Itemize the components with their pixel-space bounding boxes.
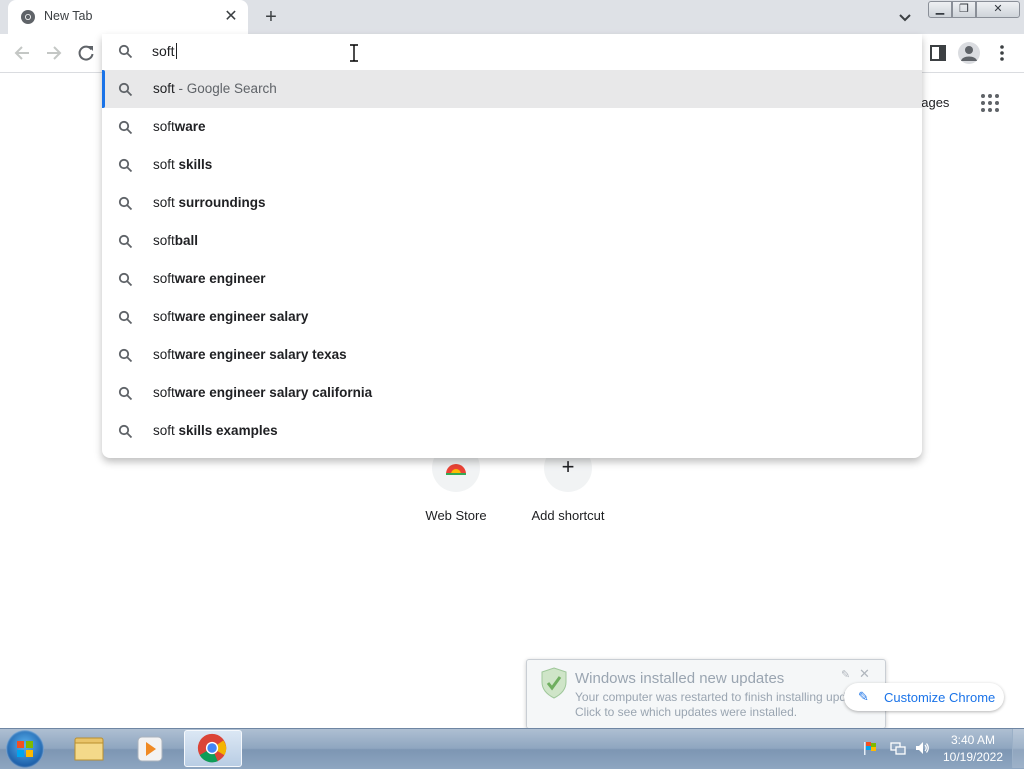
customize-chrome-button[interactable]: ✎ Customize Chrome <box>844 683 1004 711</box>
notification-line-2: Click to see which updates were installe… <box>575 705 798 719</box>
suggestion-item[interactable]: software engineer salary <box>102 298 922 336</box>
address-bar[interactable]: soft <box>102 34 922 70</box>
suggestion-typed: soft <box>153 195 179 210</box>
tab-search-icon[interactable] <box>895 7 915 27</box>
search-icon <box>118 82 133 97</box>
search-icon <box>118 310 133 325</box>
chrome-icon <box>21 10 35 24</box>
suggestion-typed: soft <box>153 423 179 438</box>
suggestion-completion: surroundings <box>178 195 266 210</box>
suggestion-text: soft skills <box>153 157 212 172</box>
media-player-icon <box>137 736 163 762</box>
action-center-flag-icon[interactable] <box>862 740 878 756</box>
clock-date[interactable]: 10/19/2022 <box>940 750 1006 764</box>
suggestion-completion: ware engineer <box>174 271 266 286</box>
search-icon <box>118 196 133 211</box>
suggestion-completion: ware engineer salary <box>174 309 309 324</box>
add-shortcut-label[interactable]: Add shortcut <box>512 508 624 523</box>
tab-new-tab[interactable]: New Tab ✕ <box>8 0 248 34</box>
notification-line-1: Your computer was restarted to finish in… <box>575 690 873 704</box>
taskbar-media-player[interactable] <box>122 730 180 767</box>
volume-icon[interactable] <box>914 740 930 756</box>
suggestion-typed: soft <box>153 119 175 134</box>
notification-title: Windows installed new updates <box>575 670 785 687</box>
suggestion-text: software engineer <box>153 271 266 286</box>
suggestion-completion: ware engineer salary texas <box>174 347 347 362</box>
suggestion-completion: ware engineer salary california <box>174 385 373 400</box>
search-icon <box>118 158 133 173</box>
reload-icon[interactable] <box>76 43 96 63</box>
suggestion-item[interactable]: software engineer <box>102 260 922 298</box>
chrome-logo-icon <box>197 733 227 763</box>
web-store-label[interactable]: Web Store <box>400 508 512 523</box>
suggestion-completion: skills examples <box>178 423 278 438</box>
windows-logo-icon <box>17 741 33 757</box>
shield-check-icon <box>541 667 567 699</box>
back-arrow-icon[interactable] <box>12 43 32 63</box>
google-apps-icon[interactable] <box>980 93 1000 113</box>
omnibox-dropdown: soft soft - Google Search software soft sk… <box>102 34 922 458</box>
suggestion-completion: ball <box>174 233 199 248</box>
notification-close-icon[interactable]: ✕ <box>859 666 870 682</box>
search-icon <box>118 348 133 363</box>
suggestion-typed: soft <box>153 157 179 172</box>
tab-close-icon[interactable]: ✕ <box>222 8 240 26</box>
forward-arrow-icon[interactable] <box>44 43 64 63</box>
suggestion-completion: ware <box>174 119 206 134</box>
more-menu-icon[interactable] <box>992 43 1012 63</box>
suggestion-item[interactable]: software engineer salary california <box>102 374 922 412</box>
update-notification[interactable]: Windows installed new updates Your compu… <box>526 659 886 729</box>
search-icon <box>118 272 133 287</box>
taskbar-explorer[interactable] <box>60 730 118 767</box>
taskbar-chrome[interactable] <box>184 730 242 767</box>
suggestion-typed: soft <box>153 271 175 286</box>
suggestion-text: software engineer salary <box>153 309 308 324</box>
search-icon <box>118 424 133 439</box>
suggestion-typed: soft <box>153 385 175 400</box>
suggestion-item[interactable]: soft skills examples <box>102 412 922 450</box>
folder-icon <box>74 737 104 761</box>
search-icon <box>118 386 133 401</box>
close-window-button[interactable]: ✕ <box>976 1 1020 18</box>
suggestion-text: soft - Google Search <box>153 81 277 96</box>
profile-avatar-icon[interactable] <box>958 42 980 64</box>
suggestion-item[interactable]: soft surroundings <box>102 184 922 222</box>
suggestion-typed: soft <box>153 81 175 96</box>
suggestion-item[interactable]: software engineer salary texas <box>102 336 922 374</box>
network-icon[interactable] <box>890 740 906 756</box>
search-icon <box>118 120 133 135</box>
omnibox-text: soft <box>152 43 175 59</box>
suggestion-item[interactable]: soft skills <box>102 146 922 184</box>
pencil-icon: ✎ <box>858 689 869 704</box>
customize-chrome-label: Customize Chrome <box>884 690 996 705</box>
suggestion-text: soft skills examples <box>153 423 278 438</box>
omnibox-input[interactable]: soft <box>152 43 177 59</box>
text-caret <box>175 43 177 59</box>
minimize-button[interactable]: ▁ <box>928 1 952 18</box>
ibeam-cursor-icon <box>350 44 358 62</box>
suggestion-typed: soft <box>153 347 175 362</box>
suggestion-text: software engineer salary texas <box>153 347 347 362</box>
start-button[interactable] <box>6 730 44 768</box>
show-desktop-button[interactable] <box>1012 729 1024 768</box>
suggestion-text: software engineer salary california <box>153 385 372 400</box>
suggestion-item[interactable]: software <box>102 108 922 146</box>
suggestion-text: softball <box>153 233 198 248</box>
suggestion-item[interactable]: softball <box>102 222 922 260</box>
suggestion-hint: - Google Search <box>174 81 277 96</box>
restore-button[interactable]: ❐ <box>952 1 976 18</box>
suggestion-completion: skills <box>178 157 213 172</box>
new-tab-button[interactable]: + <box>260 6 282 28</box>
tab-title: New Tab <box>44 9 93 23</box>
suggestion-typed: soft <box>153 233 175 248</box>
pin-icon[interactable]: ✎ <box>841 668 850 681</box>
search-icon <box>118 44 133 59</box>
search-icon <box>118 234 133 249</box>
suggestion-typed: soft <box>153 309 175 324</box>
suggestion-text: software <box>153 119 206 134</box>
suggestion-item[interactable]: soft - Google Search <box>102 70 922 108</box>
clock-time[interactable]: 3:40 AM <box>944 733 1002 747</box>
side-panel-icon[interactable] <box>928 43 948 63</box>
suggestion-text: soft surroundings <box>153 195 266 210</box>
